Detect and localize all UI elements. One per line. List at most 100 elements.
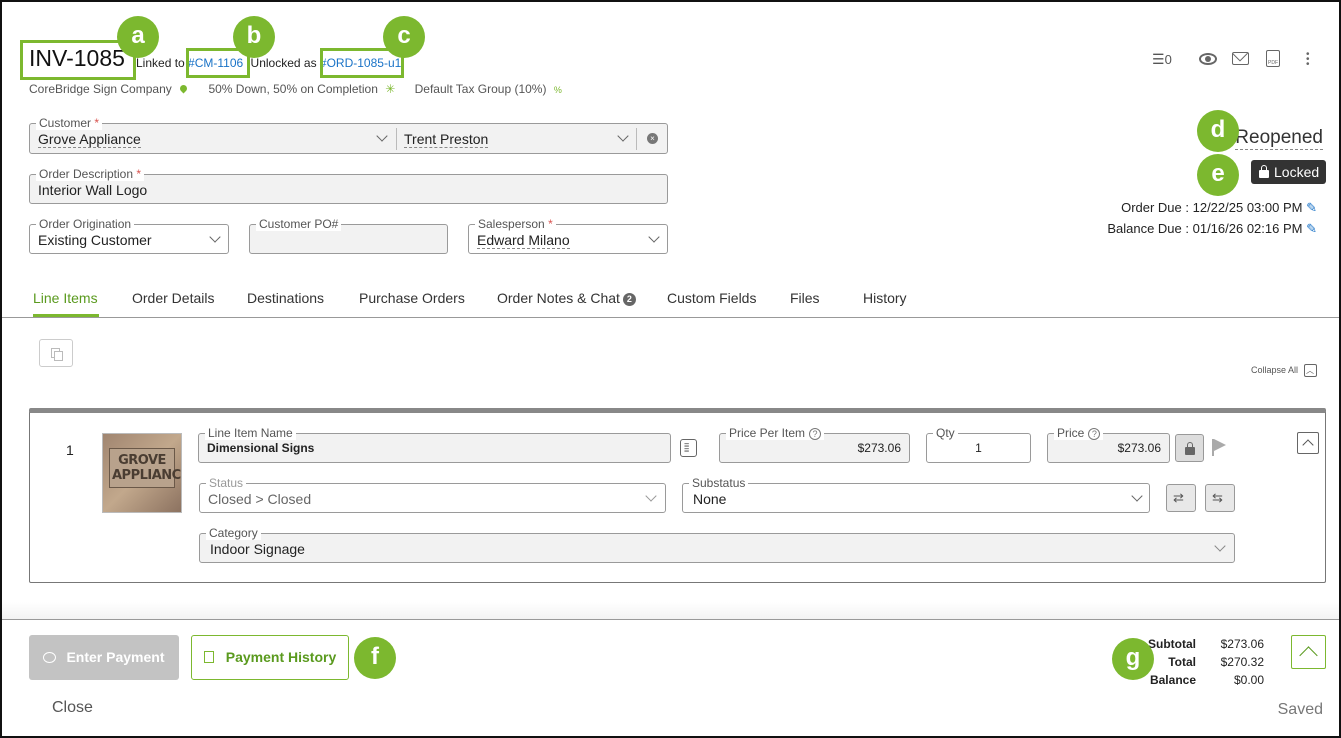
order-description-value: Interior Wall Logo: [38, 182, 148, 198]
salesperson-label: Salesperson *: [475, 217, 556, 231]
unlocked-as-label: Unlocked as: [250, 56, 317, 70]
tab-purchase-orders[interactable]: Purchase Orders: [359, 290, 465, 306]
callout-e: e: [1197, 154, 1239, 196]
copy-line-item-button[interactable]: [39, 339, 73, 367]
percent-icon: %: [553, 85, 562, 95]
line-item-number: 1: [66, 442, 74, 458]
company-link[interactable]: CoreBridge Sign Company: [29, 82, 172, 96]
tab-order-details[interactable]: Order Details: [132, 290, 214, 306]
chevron-down-icon: [1214, 540, 1226, 552]
order-description-label: Order Description *: [36, 167, 145, 181]
line-item-name-field[interactable]: Line Item Name Dimensional Signs: [198, 426, 671, 463]
chevron-down-icon: [648, 231, 660, 243]
status-label: Status: [206, 476, 247, 490]
category-value: Indoor Signage: [210, 541, 305, 557]
line-item-name-value: Dimensional Signs: [207, 441, 315, 455]
chevron-up-icon: [1299, 646, 1318, 665]
line-item-card: 1 GROVE APPLIANCE Line Item Name Dimensi…: [29, 408, 1326, 583]
handshake-cancel-button[interactable]: ⇆: [1205, 484, 1235, 512]
callout-b: b: [233, 16, 275, 58]
notes-count-badge: 2: [622, 293, 636, 306]
enter-payment-button[interactable]: Enter Payment: [29, 635, 179, 680]
email-icon[interactable]: [1232, 52, 1249, 65]
price-per-item-field[interactable]: Price Per Item? $273.06: [719, 426, 910, 463]
order-origination-value: Existing Customer: [38, 232, 152, 248]
salesperson-value: Edward Milano: [477, 232, 570, 249]
tasks-button[interactable]: ☰0: [1152, 51, 1172, 68]
callout-a: a: [117, 16, 159, 58]
chevron-down-icon: [645, 490, 657, 502]
pencil-icon[interactable]: ✎: [1306, 200, 1317, 215]
collapse-all-button[interactable]: Collapse All ︿: [1251, 364, 1317, 377]
tab-destinations[interactable]: Destinations: [247, 290, 324, 306]
chevron-down-icon[interactable]: [376, 130, 388, 142]
footer-shadow: [2, 602, 1339, 619]
balance-due: Balance Due : 01/16/26 02:16 PM ✎: [1107, 221, 1317, 236]
asterisk-icon: ✳: [385, 82, 396, 96]
handshake-off-icon: ⇆: [1212, 490, 1223, 505]
line-item-name-label: Line Item Name: [205, 426, 296, 440]
lock-icon: [1185, 442, 1195, 455]
line-item-details-icon[interactable]: ≡ ≡: [680, 439, 697, 457]
price-per-item-value: $273.06: [857, 441, 901, 455]
payment-terms[interactable]: 50% Down, 50% on Completion: [208, 82, 377, 96]
coins-icon: [43, 652, 57, 663]
price-field[interactable]: Price? $273.06: [1047, 426, 1170, 463]
flag-icon[interactable]: [1212, 439, 1226, 456]
chevron-down-icon: [209, 231, 221, 243]
linked-to-label: Linked to: [136, 56, 185, 70]
quantity-field[interactable]: Qty 1: [926, 426, 1031, 463]
callout-c: c: [383, 16, 425, 58]
pencil-icon[interactable]: ✎: [1306, 221, 1317, 236]
customer-field[interactable]: Customer * Grove Appliance Trent Preston…: [29, 116, 668, 154]
collapse-item-button[interactable]: [1297, 432, 1319, 454]
payment-history-button[interactable]: Payment History: [191, 635, 349, 680]
tasks-count: 0: [1164, 52, 1172, 67]
tax-group[interactable]: Default Tax Group (10%): [415, 82, 547, 96]
location-pin-icon: [178, 83, 189, 94]
checklist-icon: ☰: [1152, 51, 1165, 67]
tab-history[interactable]: History: [863, 290, 907, 306]
help-icon: ?: [1088, 428, 1101, 440]
customer-contact-value[interactable]: Trent Preston: [404, 131, 489, 148]
tab-files[interactable]: Files: [790, 290, 820, 306]
scroll-top-button[interactable]: [1291, 635, 1326, 669]
tab-custom-fields[interactable]: Custom Fields: [667, 290, 756, 306]
order-status[interactable]: Reopened: [1235, 127, 1323, 150]
handshake-button[interactable]: ⇄: [1166, 484, 1196, 512]
category-field[interactable]: Category Indoor Signage: [199, 526, 1235, 563]
customer-po-label: Customer PO#: [256, 217, 342, 231]
quantity-label: Qty: [933, 426, 958, 440]
quantity-value: 1: [975, 441, 982, 455]
view-icon[interactable]: [1199, 53, 1217, 65]
price-lock-button[interactable]: [1175, 434, 1204, 462]
locked-badge[interactable]: Locked: [1251, 160, 1326, 184]
handshake-icon: ⇄: [1173, 490, 1184, 505]
chevron-down-icon: [1131, 490, 1143, 502]
price-value: $273.06: [1117, 441, 1161, 455]
substatus-field[interactable]: Substatus None: [682, 476, 1150, 513]
pdf-icon[interactable]: PDF: [1266, 50, 1280, 67]
help-icon: ?: [809, 428, 822, 440]
tab-divider: [2, 317, 1339, 318]
chevron-down-icon[interactable]: [617, 130, 629, 142]
invoice-window: INV-1085 Linked to #CM-1106 Unlocked as …: [0, 0, 1341, 738]
customer-value: Grove Appliance: [38, 131, 141, 148]
tab-order-notes-chat[interactable]: Order Notes & Chat 2: [497, 290, 636, 306]
close-button[interactable]: Close: [52, 699, 93, 717]
more-options-icon[interactable]: • • •: [1306, 50, 1310, 70]
substatus-value: None: [693, 491, 727, 507]
substatus-label: Substatus: [689, 476, 749, 490]
status-field[interactable]: Status Closed > Closed: [199, 476, 666, 513]
subtotal-value: $273.06: [1220, 637, 1264, 651]
customer-po-field[interactable]: Customer PO#: [249, 217, 448, 254]
line-item-thumbnail[interactable]: GROVE APPLIANCE: [102, 433, 182, 513]
order-description-field[interactable]: Order Description * Interior Wall Logo: [29, 167, 668, 204]
total-value: $270.32: [1220, 655, 1264, 669]
saved-status: Saved: [1277, 701, 1323, 718]
clear-icon[interactable]: ×: [647, 133, 658, 144]
customer-label: Customer *: [36, 116, 103, 130]
order-origination-field[interactable]: Order Origination Existing Customer: [29, 217, 229, 254]
tab-line-items[interactable]: Line Items: [33, 290, 98, 306]
salesperson-field[interactable]: Salesperson * Edward Milano: [468, 217, 668, 254]
